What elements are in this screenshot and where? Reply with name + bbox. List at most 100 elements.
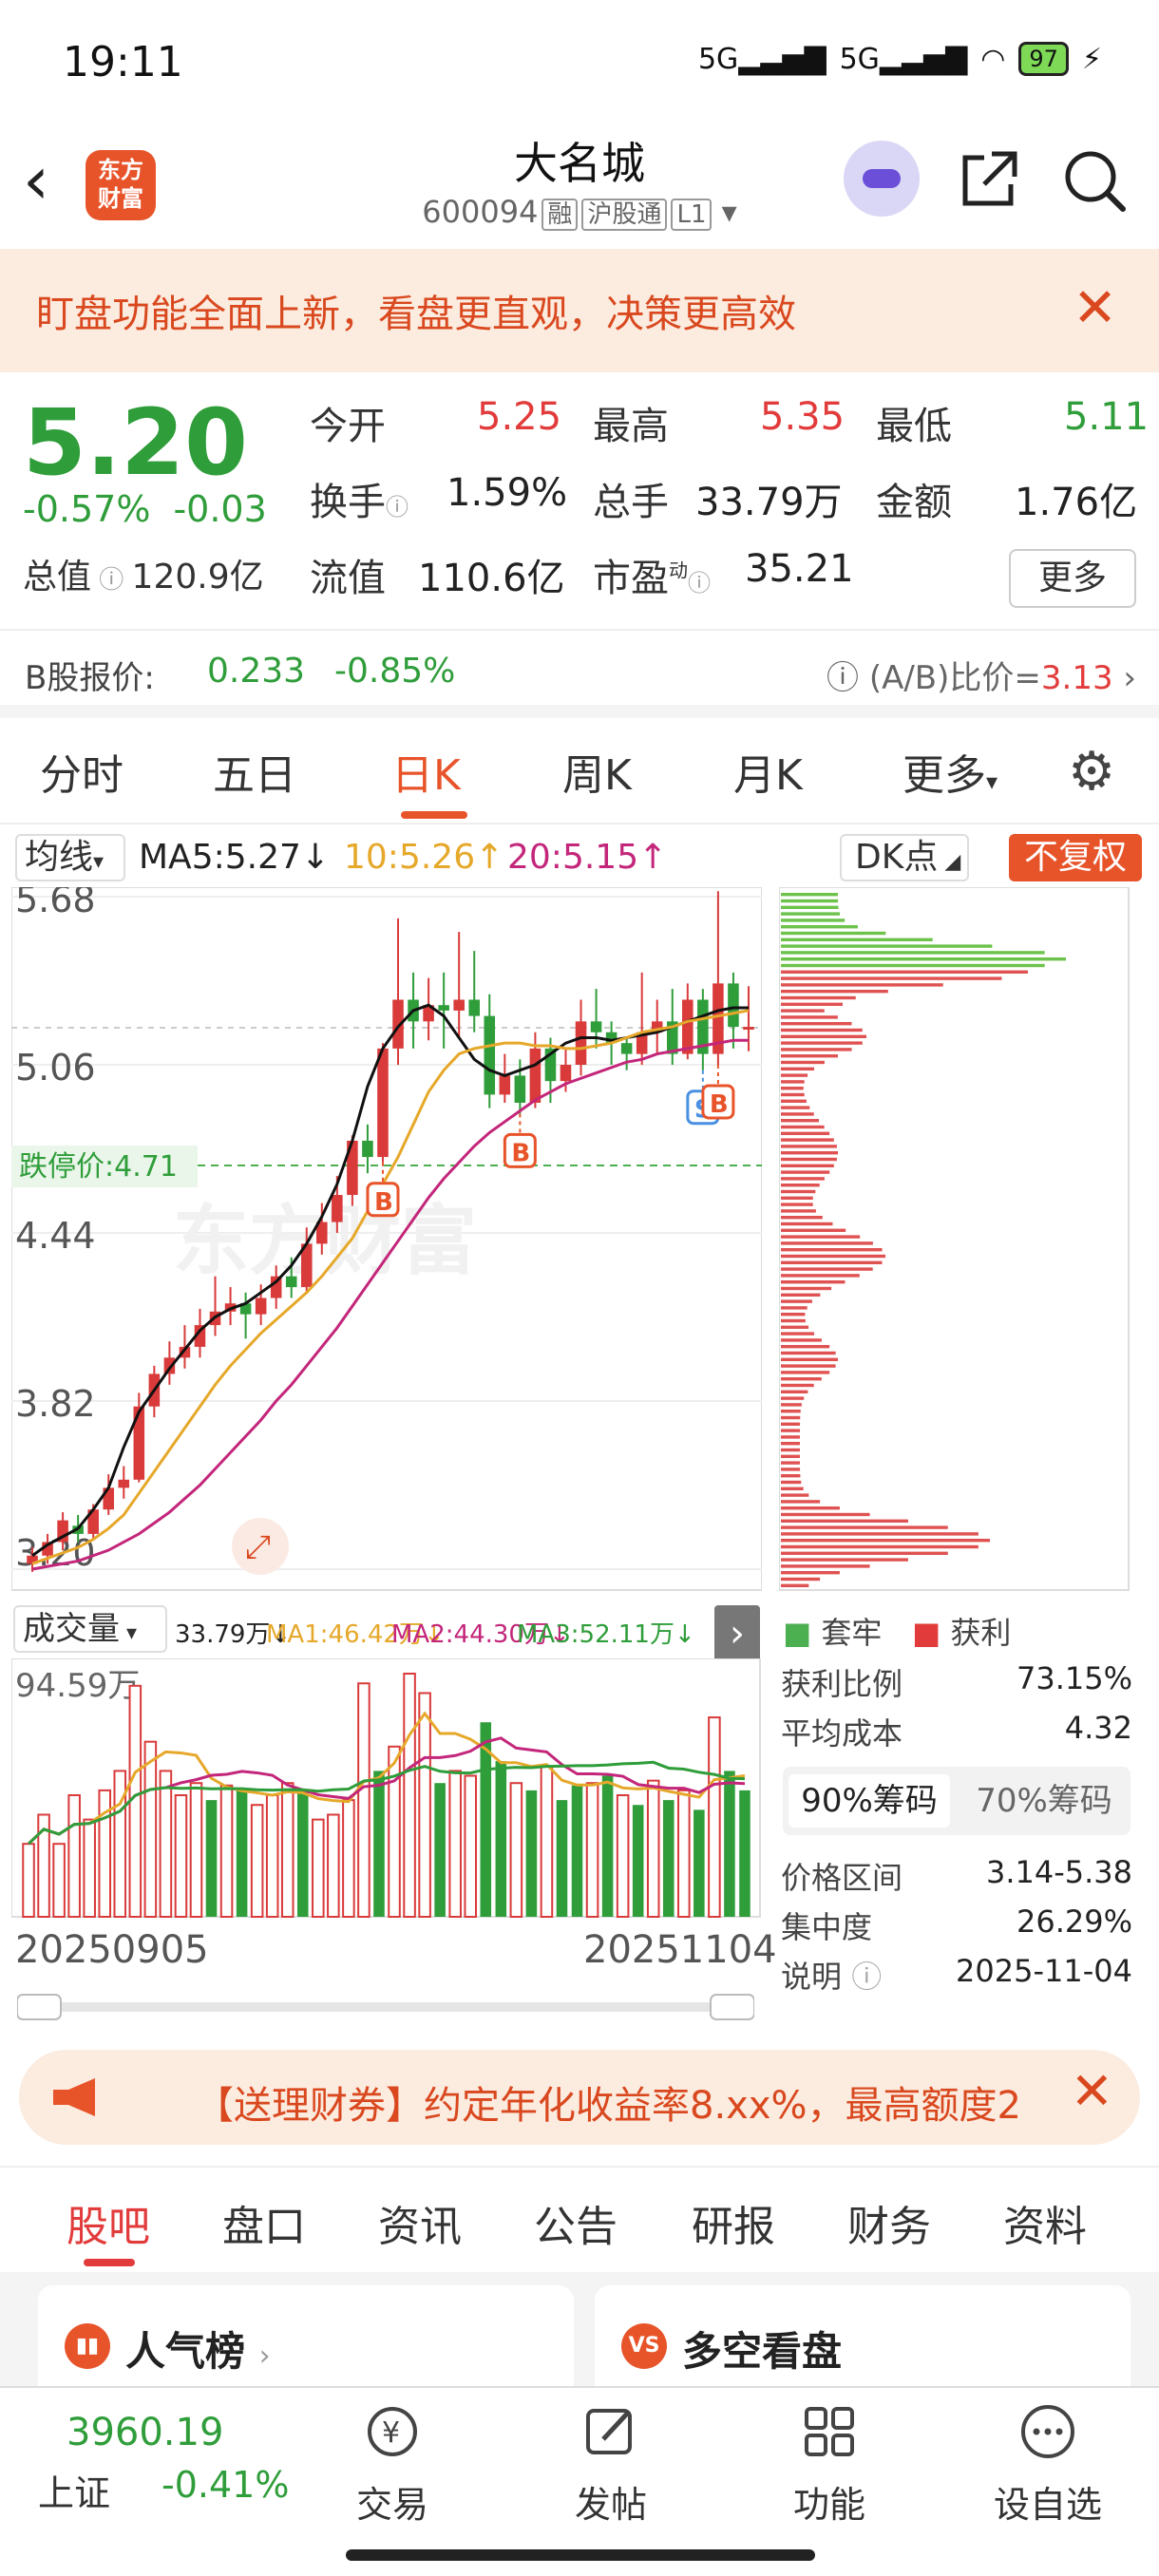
tab-profile[interactable]: 资料 — [1003, 2192, 1087, 2253]
assistant-avatar[interactable] — [844, 141, 920, 217]
total-cap-value: 120.9亿 — [131, 558, 264, 597]
close-icon[interactable]: ✕ — [1073, 275, 1117, 342]
nav-trade[interactable]: ¥ 交易 — [321, 2401, 464, 2528]
index-name[interactable]: 上证 — [38, 2464, 110, 2516]
volume-bar — [434, 1783, 446, 1917]
slider-handle-left[interactable] — [17, 1994, 62, 2020]
chip-bar — [781, 1073, 808, 1077]
tab-daily-k[interactable]: 日K — [391, 741, 461, 802]
level-tag: L1 — [671, 199, 712, 231]
kline-chart[interactable]: 东方财富 5.685.064.443.823.20 跌停价:4.71 BBSB … — [11, 887, 762, 1600]
bull-bear-card[interactable]: VS 多空看盘 — [595, 2285, 1130, 2399]
chevron-down-icon: ▾ — [120, 1621, 138, 1645]
tab-research[interactable]: 研报 — [692, 2192, 775, 2253]
tab-chip-70[interactable]: 70%筹码 — [963, 1774, 1125, 1828]
chip-bar — [781, 1060, 825, 1065]
tab-weekly-k[interactable]: 周K — [562, 741, 632, 802]
index-change[interactable]: -0.41% — [162, 2464, 289, 2506]
avg-cost-label: 平均成本 — [781, 1715, 903, 1752]
info-icon[interactable]: ⓘ — [91, 566, 132, 595]
nav-add-watchlist[interactable]: 设自选 — [977, 2401, 1119, 2528]
banner-text: 盯盘功能全面上新，看盘更直观，决策更高效 — [36, 293, 796, 336]
chip-bar — [781, 1106, 810, 1109]
nav-post[interactable]: 发帖 — [540, 2401, 682, 2528]
chip-bar — [781, 1525, 948, 1529]
volume-bar — [189, 1782, 203, 1918]
more-button[interactable]: 更多 — [1009, 549, 1136, 608]
feature-cards: ▮▮ 人气榜 › VS 多空看盘 — [0, 2272, 1159, 2399]
chip-bar — [781, 1177, 825, 1181]
ma-select-label: 均线 — [25, 838, 94, 877]
volume-bar — [632, 1805, 644, 1917]
profit-ratio-label: 获利比例 — [781, 1666, 903, 1702]
volume-chart[interactable]: 94.59万 — [11, 1658, 762, 1919]
chip-bar — [781, 1318, 806, 1323]
adjust-button[interactable]: 不复权 — [1009, 834, 1142, 881]
volume-bar — [495, 1761, 507, 1917]
grid-icon — [805, 2407, 854, 2456]
tab-finance[interactable]: 财务 — [847, 2192, 931, 2253]
feature-banner[interactable]: 盯盘功能全面上新，看盘更直观，决策更高效 ✕ — [0, 249, 1159, 372]
slider-handle-right[interactable] — [710, 1994, 754, 2020]
candle-body — [362, 1140, 373, 1158]
versus-icon: VS — [621, 2323, 667, 2369]
gear-icon[interactable]: ⚙ — [1068, 741, 1115, 803]
y-tick-label: 5.68 — [15, 887, 96, 920]
range-slider[interactable] — [17, 1993, 754, 2021]
stock-code: 600094 — [422, 194, 539, 230]
nav-functions[interactable]: 功能 — [758, 2401, 901, 2528]
b-share-label: B股报价: — [25, 659, 155, 697]
dropdown-icon[interactable]: ▾ — [722, 194, 737, 230]
chip-bar — [781, 1054, 838, 1058]
chip-date: 2025-11-04 — [956, 1953, 1132, 1989]
chevron-down-icon: ▾ — [986, 768, 998, 795]
system-icons: 5G▂▃▅▇ 5G▂▃▅▇ ◠ 97 ⚡ — [698, 42, 1102, 76]
info-icon[interactable]: ⓘ — [386, 494, 408, 521]
tab-five-day[interactable]: 五日 — [213, 741, 296, 802]
tab-forum[interactable]: 股吧 — [66, 2192, 150, 2253]
ab-ratio[interactable]: ⓘ (A/B)比价=3.13 › — [826, 652, 1136, 698]
tab-monthly-k[interactable]: 月K — [733, 741, 803, 802]
info-icon[interactable]: ⓘ — [851, 1959, 882, 1995]
tab-more[interactable]: 更多▾ — [902, 741, 998, 802]
chip-bar — [781, 1571, 840, 1575]
chip-bar — [781, 1138, 834, 1142]
chip-stats: ■ 套牢 ■ 获利 获利比例 73.15% 平均成本 4.32 90%筹码 70%筹… — [779, 1605, 1140, 2004]
active-tab-indicator — [401, 811, 467, 819]
chevron-right-icon: › — [258, 2339, 271, 2373]
volume-bar — [357, 1682, 370, 1918]
search-icon[interactable] — [1060, 146, 1129, 215]
ma-select[interactable]: 均线▾ — [15, 834, 125, 881]
tab-announcements[interactable]: 公告 — [534, 2192, 618, 2253]
bull-bear-title: 多空看盘 — [682, 2328, 843, 2375]
info-icon[interactable]: ⓘ — [688, 570, 711, 597]
limit-down-label: 跌停价:4.71 — [19, 1150, 178, 1184]
index-value[interactable]: 3960.19 — [66, 2411, 223, 2454]
tab-order-book[interactable]: 盘口 — [222, 2192, 306, 2253]
pe-dynamic-mark: 动 — [669, 559, 688, 582]
tab-intraday[interactable]: 分时 — [40, 741, 124, 802]
promo-banner[interactable]: 【送理财券】约定年化收益率8.xx%，最高额度2 ✕ — [19, 2050, 1140, 2145]
bottom-nav: 3960.19 上证 -0.41% ¥ 交易 发帖 功能 设自选 — [0, 2386, 1159, 2576]
chip-bar — [781, 1332, 814, 1335]
volume-select[interactable]: 成交量 ▾ — [13, 1605, 167, 1653]
chip-bar — [781, 970, 1028, 974]
note-label: 说明 — [781, 1959, 843, 1995]
y-tick-label: 4.44 — [15, 1215, 96, 1257]
dk-point-select[interactable]: DK点 ◢ — [840, 834, 969, 881]
volume-bar — [585, 1782, 599, 1918]
ma20-value: 20:5.15↑ — [507, 838, 668, 877]
change-percent: -0.57% — [23, 488, 151, 530]
close-icon[interactable]: ✕ — [1071, 2061, 1113, 2121]
nav-post-label: 发帖 — [574, 2484, 647, 2526]
expand-icon[interactable]: ⤢ — [245, 1528, 271, 1566]
tab-more-label: 更多 — [902, 751, 986, 800]
share-icon[interactable] — [956, 146, 1022, 213]
tab-news[interactable]: 资讯 — [378, 2192, 462, 2253]
tab-chip-90[interactable]: 90%筹码 — [788, 1774, 950, 1828]
volume-bar — [236, 1790, 248, 1917]
ma5-value: MA5:5.27↓ — [139, 838, 331, 877]
chevron-right-icon[interactable]: › — [714, 1605, 760, 1662]
b-share-row[interactable]: B股报价: 0.233 -0.85% ⓘ (A/B)比价=3.13 › — [0, 629, 1159, 718]
popularity-card[interactable]: ▮▮ 人气榜 › — [38, 2285, 574, 2399]
